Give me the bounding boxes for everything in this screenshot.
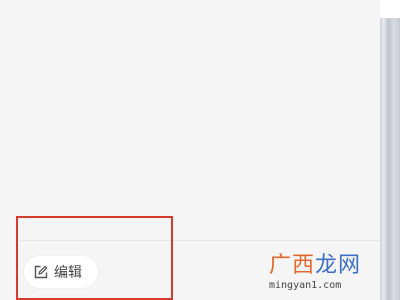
watermark-url: mingyan1.com: [269, 280, 342, 291]
watermark-brand-part-1: 广西: [269, 253, 316, 278]
background-image-top: [380, 0, 400, 18]
watermark: 广西龙网 mingyan1.com: [269, 253, 395, 293]
watermark-brand-part-2: 龙网: [315, 253, 362, 278]
highlight-annotation-box: [16, 216, 173, 300]
watermark-brand: 广西龙网: [269, 253, 361, 279]
